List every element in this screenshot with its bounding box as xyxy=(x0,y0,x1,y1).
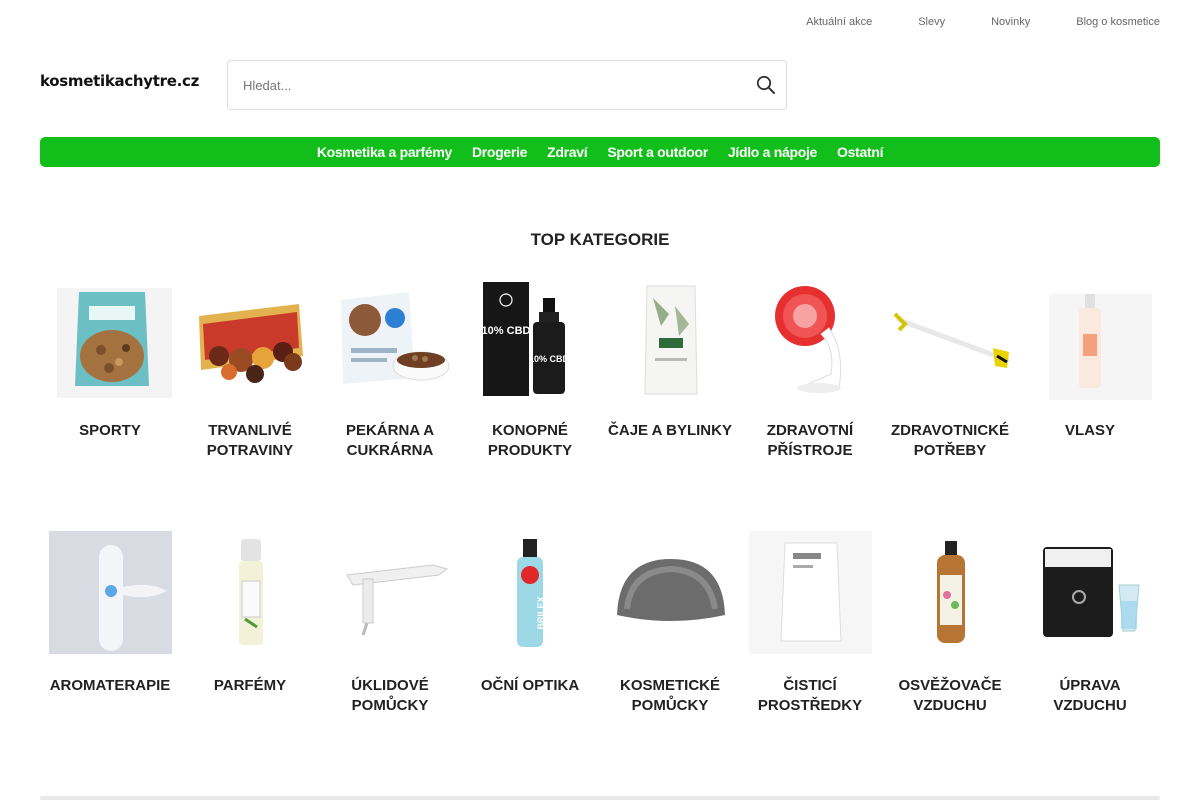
lens-cleaner-spray-image: BRILEX xyxy=(469,531,592,654)
room-spray-image xyxy=(889,531,1012,654)
category-label: SPORTY xyxy=(79,422,141,439)
main-nav: Kosmetika a parfémy Drogerie Zdraví Spor… xyxy=(40,137,1160,167)
tea-bag-image xyxy=(609,278,732,401)
category-label: PEKÁRNA A CUKRÁRNA xyxy=(345,422,435,459)
search-input[interactable] xyxy=(228,61,746,109)
brilex-label: BRILEX xyxy=(536,596,546,629)
top-link-blog[interactable]: Blog o kosmetice xyxy=(1076,16,1160,28)
category-label: ÚKLIDOVÉ POMŮCKY xyxy=(351,677,429,714)
roll-on-image xyxy=(189,531,312,654)
category-uklidove-pomucky[interactable]: ÚKLIDOVÉ POMŮCKY xyxy=(320,531,460,716)
search-icon[interactable] xyxy=(746,75,786,95)
category-osvezovace-vzduchu[interactable]: OSVĚŽOVAČE VZDUCHU xyxy=(880,531,1020,716)
hair-spray-image xyxy=(1029,278,1152,401)
category-ocni-optika[interactable]: BRILEX OČNÍ OPTIKA xyxy=(460,531,600,716)
pudding-box-image xyxy=(329,278,452,401)
konjac-sponge-image xyxy=(609,531,732,654)
refill-pouch-image xyxy=(748,531,872,654)
category-label: VLASY xyxy=(1064,422,1115,439)
top-link-novinky[interactable]: Novinky xyxy=(991,16,1030,28)
category-aromaterapie[interactable]: AROMATERAPIE xyxy=(40,531,180,716)
category-trvanlive-potraviny[interactable]: TRVANLIVÉ POTRAVINY xyxy=(180,278,320,461)
water-purifier-image xyxy=(1029,531,1152,654)
category-sporty[interactable]: SPORTY xyxy=(40,278,180,461)
category-cistici-prostredky[interactable]: ČISTICÍ PROSTŘEDKY xyxy=(740,531,880,716)
category-pekarna-a-cukrarna[interactable]: PEKÁRNA A CUKRÁRNA xyxy=(320,278,460,461)
category-label: KOSMETICKÉ POMŮCKY xyxy=(619,677,720,714)
category-kosmeticke-pomucky[interactable]: KOSMETICKÉ POMŮCKY xyxy=(600,531,740,716)
search-box xyxy=(227,60,787,110)
category-grid-row-2: AROMATERAPIE PARFÉMY ÚKLIDOVÉ POMŮCKY BR… xyxy=(40,531,1160,716)
reacher-grabber-image xyxy=(889,278,1012,401)
dried-fruit-box-image xyxy=(189,278,312,401)
category-label: ZDRAVOTNICKÉ POTŘEBY xyxy=(890,422,1010,459)
category-label: ÚPRAVA VZDUCHU xyxy=(1053,677,1127,714)
category-caje-a-bylinky[interactable]: ČAJE A BYLINKY xyxy=(600,278,740,461)
nav-sport[interactable]: Sport a outdoor xyxy=(607,144,708,160)
footer-divider xyxy=(40,796,1160,800)
category-vlasy[interactable]: VLASY xyxy=(1020,278,1160,461)
pump-dispenser-image xyxy=(329,531,452,654)
category-parfemy[interactable]: PARFÉMY xyxy=(180,531,320,716)
category-label: OSVĚŽOVAČE VZDUCHU xyxy=(898,677,1002,714)
cbd-oil-image: 10% CBD 10% CBD xyxy=(469,278,592,401)
category-label: KONOPNÉ PRODUKTY xyxy=(487,422,573,459)
logo[interactable]: kosmetikachytre.cz xyxy=(40,72,199,90)
top-link-akce[interactable]: Aktuální akce xyxy=(806,16,872,28)
category-label: ČAJE A BYLINKY xyxy=(608,422,732,439)
cbd-box-label: 10% CBD xyxy=(481,325,530,337)
diffuser-image xyxy=(48,531,172,654)
category-zdravotnicke-potreby[interactable]: ZDRAVOTNICKÉ POTŘEBY xyxy=(880,278,1020,461)
category-label: AROMATERAPIE xyxy=(49,677,171,694)
category-label: ČISTICÍ PROSTŘEDKY xyxy=(757,677,863,714)
top-links: Aktuální akce Slevy Novinky Blog o kosme… xyxy=(806,16,1160,28)
granola-bag-image xyxy=(49,278,172,401)
category-zdravotni-pristroje[interactable]: ZDRAVOTNÍ PŘÍSTROJE xyxy=(740,278,880,461)
category-konopne-produkty[interactable]: 10% CBD 10% CBD KONOPNÉ PRODUKTY xyxy=(460,278,600,461)
nav-kosmetika[interactable]: Kosmetika a parfémy xyxy=(317,144,452,160)
section-title: TOP KATEGORIE xyxy=(530,230,670,249)
category-grid-row-1: SPORTY TRVANLIVÉ POTRAVINY PEKÁRNA A CUK xyxy=(40,278,1160,461)
category-uprava-vzduchu[interactable]: ÚPRAVA VZDUCHU xyxy=(1020,531,1160,716)
category-label: PARFÉMY xyxy=(213,677,287,694)
category-label: OČNÍ OPTIKA xyxy=(480,677,580,694)
top-link-slevy[interactable]: Slevy xyxy=(918,16,945,28)
category-label: TRVANLIVÉ POTRAVINY xyxy=(206,422,294,459)
nav-jidlo[interactable]: Jídlo a nápoje xyxy=(728,144,817,160)
nav-ostatni[interactable]: Ostatní xyxy=(837,144,883,160)
cbd-bottle-label: 10% CBD xyxy=(528,354,569,364)
nav-zdravi[interactable]: Zdraví xyxy=(547,144,588,160)
category-label: ZDRAVOTNÍ PŘÍSTROJE xyxy=(766,422,854,459)
nav-drogerie[interactable]: Drogerie xyxy=(472,144,527,160)
infrared-lamp-image xyxy=(749,278,872,401)
